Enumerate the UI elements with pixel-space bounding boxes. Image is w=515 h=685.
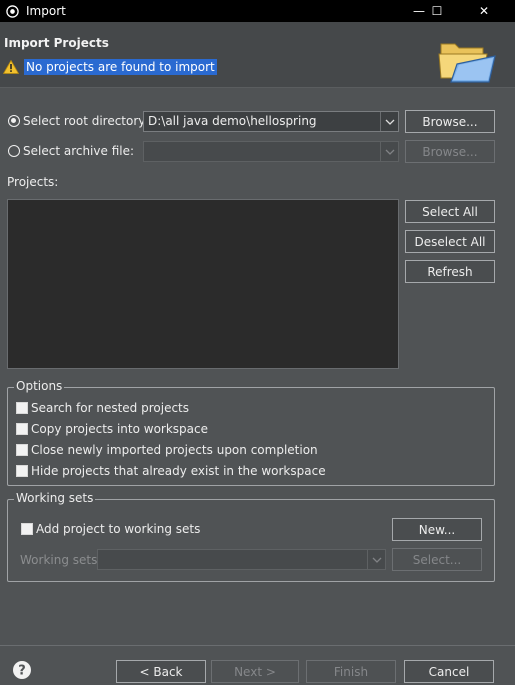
projects-list[interactable] (7, 199, 399, 369)
working-sets-legend: Working sets (14, 491, 96, 505)
wizard-banner: Import Projects No projects are found to… (0, 22, 515, 88)
chevron-down-icon[interactable] (367, 550, 385, 569)
working-sets-label: Working sets: (20, 553, 102, 567)
maximize-button[interactable]: ☐ (419, 0, 455, 22)
folder-icon (438, 43, 496, 83)
close-projects-checkbox[interactable] (16, 444, 28, 456)
footer-divider (0, 645, 515, 646)
archive-file-label: Select archive file: (23, 144, 135, 158)
hide-projects-label: Hide projects that already exist in the … (31, 464, 326, 478)
copy-projects-label: Copy projects into workspace (31, 422, 209, 436)
select-all-button[interactable]: Select All (405, 200, 495, 223)
browse-directory-button[interactable]: Browse... (405, 110, 495, 133)
root-directory-radio[interactable] (8, 115, 20, 127)
help-icon[interactable]: ? (12, 660, 32, 680)
hide-projects-checkbox[interactable] (16, 465, 28, 477)
select-working-set-button[interactable]: Select... (392, 548, 482, 571)
close-projects-label: Close newly imported projects upon compl… (31, 443, 318, 457)
title-bar: Import — ☐ ✕ (0, 0, 515, 22)
archive-file-radio[interactable] (8, 145, 20, 157)
options-legend: Options (14, 379, 65, 393)
nested-projects-label: Search for nested projects (31, 401, 190, 415)
archive-file-combo[interactable] (143, 141, 399, 162)
status-message: No projects are found to import (24, 59, 217, 75)
new-working-set-button[interactable]: New... (392, 518, 482, 541)
eclipse-app-icon (6, 4, 19, 18)
back-button[interactable]: < Back (116, 660, 206, 683)
nested-projects-checkbox[interactable] (16, 402, 28, 414)
root-directory-label: Select root directory: (23, 114, 149, 128)
root-directory-combo[interactable]: D:\all java demo\hellospring (143, 111, 399, 132)
root-directory-value: D:\all java demo\hellospring (148, 114, 317, 128)
finish-button[interactable]: Finish (306, 660, 396, 683)
svg-text:?: ? (18, 664, 26, 679)
next-button[interactable]: Next > (211, 660, 299, 683)
copy-projects-checkbox[interactable] (16, 423, 28, 435)
chevron-down-icon[interactable] (380, 142, 398, 161)
page-title: Import Projects (4, 36, 109, 50)
browse-archive-button[interactable]: Browse... (405, 140, 495, 163)
add-to-working-sets-label: Add project to working sets (36, 522, 201, 536)
chevron-down-icon[interactable] (380, 112, 398, 131)
window-title: Import (26, 4, 66, 18)
close-button[interactable]: ✕ (466, 0, 502, 22)
refresh-button[interactable]: Refresh (405, 260, 495, 283)
add-to-working-sets-checkbox[interactable] (21, 523, 33, 535)
working-sets-combo[interactable] (97, 549, 386, 570)
deselect-all-button[interactable]: Deselect All (405, 230, 495, 253)
warning-icon (3, 60, 19, 74)
projects-label: Projects: (7, 175, 59, 189)
cancel-button[interactable]: Cancel (404, 660, 494, 683)
